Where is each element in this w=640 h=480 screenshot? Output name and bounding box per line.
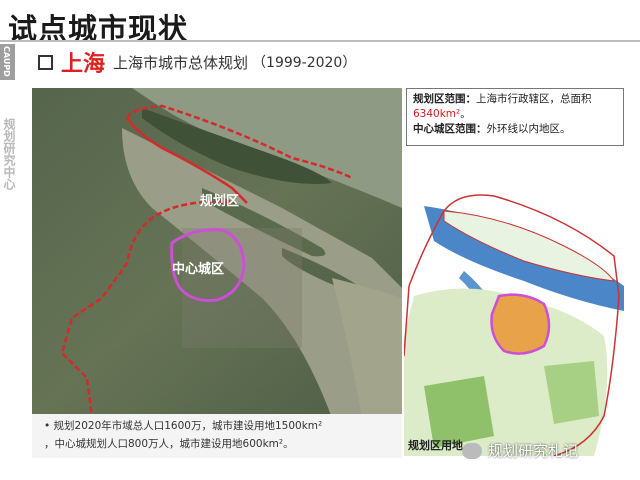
planning-range-text: 上海市行政辖区，总面积 <box>476 93 592 105</box>
caption-line-2: ，中心城规划人口800万人，城市建设用地600km²。 <box>44 438 294 450</box>
side-vertical-text: 规划研究中心 <box>2 118 16 190</box>
watermark-text: 规划研究札记 <box>488 442 579 460</box>
caption-box: • 规划2020年市域总人口1600万，城市建设用地1500km² ，中心城规划… <box>32 414 402 458</box>
title-divider <box>0 40 640 42</box>
land-use-map-label: 规划区用地 <box>408 439 463 452</box>
satellite-map: 规划区 中心城区 <box>32 88 402 418</box>
map-label-planning-area: 规划区 <box>200 194 240 209</box>
area-suffix: 。 <box>460 108 471 120</box>
central-range-text: 外环线以内地区。 <box>486 123 571 135</box>
land-use-map-graphic <box>404 186 624 456</box>
plan-title: 上海市城市总体规划 <box>113 53 249 72</box>
area-value: 6340km² <box>413 108 461 120</box>
caupd-logo: CAUPD <box>0 44 15 80</box>
wechat-icon <box>462 442 482 459</box>
plan-years: （1999-2020） <box>252 55 357 71</box>
map-label-central-area: 中心城区 <box>172 262 225 277</box>
watermark: 规划研究札记 <box>462 440 578 461</box>
city-name: 上海 <box>61 52 106 77</box>
info-box: 规划区范围：上海市行政辖区，总面积 6340km²。 中心城区范围：外环线以内地区… <box>406 88 624 146</box>
logo-text: CAUPD <box>2 46 11 77</box>
planning-range-label: 规划区范围： <box>413 93 476 105</box>
caption-line-1: • 规划2020年市域总人口1600万，城市建设用地1500km² <box>44 420 323 432</box>
satellite-map-graphic <box>32 88 402 418</box>
land-use-map <box>404 186 624 456</box>
checkbox-icon <box>38 54 53 70</box>
subtitle-row: 上海 上海市城市总体规划 （1999-2020） <box>38 48 357 77</box>
central-range-label: 中心城区范围： <box>413 123 487 135</box>
